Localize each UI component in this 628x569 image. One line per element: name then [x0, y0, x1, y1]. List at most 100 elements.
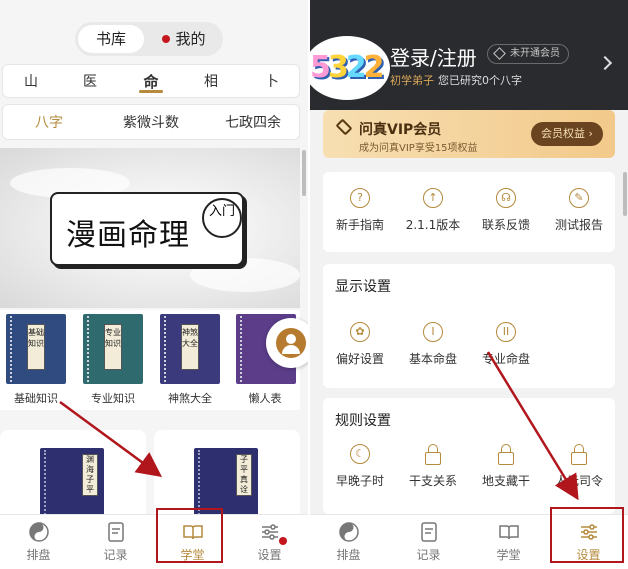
- lock-icon: [498, 444, 514, 465]
- rule-settings-panel: 规则设置 ☾ 早晚子时 干支关系 地支藏干 人元司令: [323, 398, 615, 514]
- book-name: 懒人表: [248, 392, 282, 405]
- version-item[interactable]: ↑ 2.1.1版本: [396, 188, 470, 233]
- item-label: 基本命盘: [408, 352, 457, 366]
- zi-hour-item[interactable]: ☾ 早晚子时: [323, 444, 397, 489]
- lock-icon: [571, 444, 587, 465]
- segment-library[interactable]: 书库: [78, 25, 144, 53]
- tab-xiang[interactable]: 相: [191, 65, 231, 99]
- membership-badge[interactable]: 未开通会员: [487, 44, 569, 64]
- tab-shan[interactable]: 山: [11, 65, 51, 99]
- logo-digit: 2: [363, 50, 385, 85]
- section-title: 显示设置: [335, 279, 391, 295]
- nav-paipan[interactable]: 排盘: [0, 515, 77, 569]
- nav-study[interactable]: 学堂: [470, 515, 547, 569]
- renyuan-item[interactable]: 人元司令: [542, 444, 616, 489]
- diamond-icon: [493, 47, 506, 60]
- profile-header[interactable]: 5322 登录/注册 未开通会员 初学弟子 您已研究0个八字: [310, 0, 628, 110]
- item-label: 2.1.1版本: [405, 218, 461, 232]
- scrollbar[interactable]: [623, 172, 627, 216]
- highlight-box: [550, 507, 624, 563]
- nav-label: 排盘: [336, 548, 361, 562]
- tab-yi[interactable]: 医: [70, 65, 110, 99]
- book-name: 神煞大全: [168, 392, 212, 405]
- edit-icon: ✎: [569, 188, 589, 208]
- nav-label: 记录: [103, 548, 128, 562]
- preference-settings-item[interactable]: ✿ 偏好设置: [323, 322, 397, 367]
- item-label: 干支关系: [408, 474, 457, 488]
- segment-mine-label: 我的: [175, 30, 206, 48]
- vip-title: 问真VIP会员: [359, 122, 442, 138]
- item-label: 地支藏干: [481, 474, 530, 488]
- lock-icon: [425, 444, 441, 465]
- scrollbar[interactable]: [302, 150, 306, 196]
- classic-book-label: 渊海子平: [82, 454, 98, 496]
- item-label: 专业命盘: [481, 352, 530, 366]
- category-tabs: 山 医 命 相 卜: [2, 64, 300, 98]
- basic-chart-item[interactable]: I 基本命盘: [396, 322, 470, 367]
- book-open-icon: [498, 525, 519, 540]
- classic-book-card[interactable]: 子平真诠: [154, 430, 300, 528]
- subtab-ziwei[interactable]: 紫微斗数: [111, 105, 191, 141]
- nav-records[interactable]: 记录: [390, 515, 467, 569]
- logo-digit: 5: [310, 50, 331, 85]
- yin-yang-icon: [28, 522, 49, 542]
- roman-one-icon: I: [423, 322, 443, 342]
- banner-title: 漫画命理: [66, 218, 190, 253]
- subcategory-tabs: 八字 紫微斗数 七政四余: [2, 104, 300, 140]
- quick-links-panel: ? 新手指南 ↑ 2.1.1版本 ☊ 联系反馈 ✎ 测试报告: [323, 172, 615, 252]
- item-label: 新手指南: [335, 218, 384, 232]
- membership-label: 未开通会员: [510, 48, 560, 59]
- profile-subtitle: 初学弟子 您已研究0个八字: [390, 72, 522, 88]
- banner-title-card: 漫画命理 入门: [50, 192, 244, 266]
- bottom-nav: 排盘 记录 学堂 设置: [0, 514, 308, 569]
- comic-banner[interactable]: 漫画命理 入门: [0, 148, 300, 308]
- nav-paipan[interactable]: 排盘: [310, 515, 387, 569]
- item-label: 人元司令: [554, 474, 603, 488]
- tab-bu[interactable]: 卜: [252, 65, 292, 99]
- right-screen-settings: 5322 登录/注册 未开通会员 初学弟子 您已研究0个八字 问真VIP会员 成为…: [310, 0, 628, 569]
- logo-text: 5322: [310, 50, 385, 85]
- item-label: 测试报告: [554, 218, 603, 232]
- document-icon: [107, 522, 124, 542]
- book-stitch: [164, 316, 166, 382]
- nav-records[interactable]: 记录: [77, 515, 154, 569]
- user-level: 初学弟子: [390, 74, 434, 87]
- book-shelf: 基础知识 专业知识 神煞大全 基础知识 专业知识 神煞大全 懒人表: [0, 310, 300, 410]
- left-screen-study: 书库 我的 山 医 命 相 卜 八字 紫微斗数 七政四余 漫画命理 入门 基础知: [0, 0, 308, 569]
- upload-icon: ↑: [423, 188, 443, 208]
- app-logo: 5322: [310, 36, 390, 100]
- vip-banner[interactable]: 问真VIP会员 成为问真VIP享受15项权益 会员权益 ›: [323, 110, 615, 158]
- book-cover[interactable]: 神煞大全: [160, 314, 220, 384]
- vip-benefits-button[interactable]: 会员权益 ›: [531, 122, 603, 146]
- segment-mine[interactable]: 我的: [149, 25, 219, 53]
- login-register-link[interactable]: 登录/注册: [390, 42, 477, 71]
- logo-digit: 3: [327, 50, 349, 85]
- pro-chart-item[interactable]: II 专业命盘: [469, 322, 543, 367]
- tab-ming[interactable]: 命: [131, 65, 171, 99]
- library-mine-switch[interactable]: 书库 我的: [75, 22, 223, 56]
- hidden-stems-item[interactable]: 地支藏干: [469, 444, 543, 489]
- book-cover[interactable]: 基础知识: [6, 314, 66, 384]
- ganzhi-relation-item[interactable]: 干支关系: [396, 444, 470, 489]
- nav-label: 排盘: [26, 548, 51, 562]
- book-cover[interactable]: 专业知识: [83, 314, 143, 384]
- subtab-qizheng[interactable]: 七政四余: [213, 105, 293, 141]
- nav-settings[interactable]: 设置: [231, 515, 308, 569]
- classic-book-card[interactable]: 渊海子平: [0, 430, 146, 528]
- moon-icon: ☾: [350, 444, 370, 464]
- book-name: 专业知识: [91, 392, 135, 405]
- notification-dot: [279, 537, 287, 545]
- headset-icon: ☊: [496, 188, 516, 208]
- chevron-right-icon[interactable]: [597, 55, 613, 71]
- test-report-item[interactable]: ✎ 测试报告: [542, 188, 616, 233]
- question-icon: ?: [350, 188, 370, 208]
- subtab-bazi[interactable]: 八字: [21, 105, 77, 141]
- guide-item[interactable]: ? 新手指南: [323, 188, 397, 233]
- floating-avatar-button[interactable]: [266, 318, 308, 368]
- item-label: 早晚子时: [335, 474, 384, 488]
- book-name: 基础知识: [14, 392, 58, 405]
- sliders-icon: [261, 524, 278, 540]
- feedback-item[interactable]: ☊ 联系反馈: [469, 188, 543, 233]
- flower-icon: ✿: [350, 322, 370, 342]
- book-stitch: [240, 316, 242, 382]
